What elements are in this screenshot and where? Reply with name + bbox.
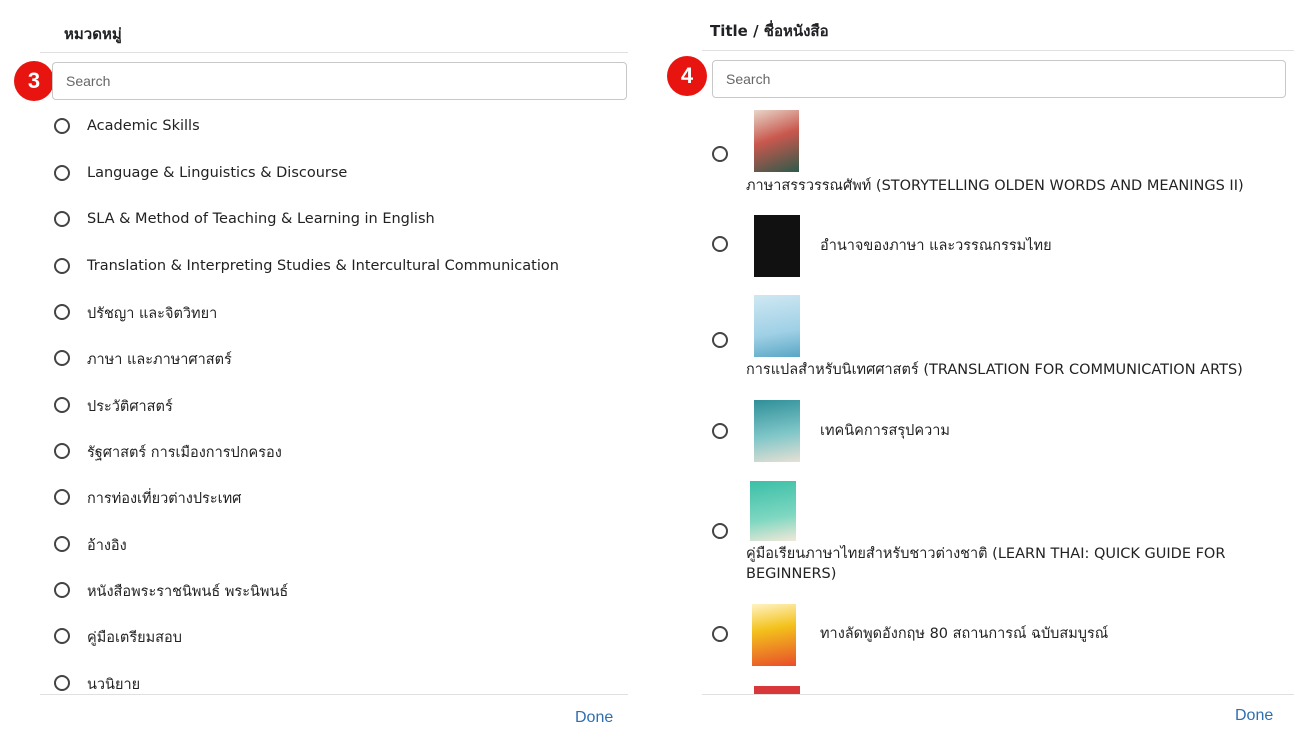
footer-divider <box>702 694 1294 695</box>
category-label: ประวัติศาสตร์ <box>87 399 173 415</box>
footer-divider <box>40 694 628 695</box>
category-radio[interactable] <box>54 397 70 413</box>
book-cover-image <box>750 481 796 541</box>
book-title: การแปลสำหรับนิเทศศาสตร์ (TRANSLATION FOR… <box>746 362 1243 378</box>
category-radio[interactable] <box>54 350 70 366</box>
category-label: อ้างอิง <box>87 538 127 554</box>
book-radio[interactable] <box>712 332 728 348</box>
book-cover-image <box>754 400 800 462</box>
category-label: หนังสือพระราชนิพนธ์ พระนิพนธ์ <box>87 584 289 600</box>
category-label: Academic Skills <box>87 118 200 134</box>
category-radio[interactable] <box>54 258 70 274</box>
book-title: อำนาจของภาษา และวรรณกรรมไทย <box>820 238 1052 254</box>
category-label: รัฐศาสตร์ การเมืองการปกครอง <box>87 445 282 461</box>
book-radio[interactable] <box>712 626 728 642</box>
category-radio[interactable] <box>54 443 70 459</box>
category-label: นวนิยาย <box>87 677 141 693</box>
category-radio[interactable] <box>54 536 70 552</box>
book-radio[interactable] <box>712 423 728 439</box>
title-done-button[interactable]: Done <box>1235 707 1273 725</box>
book-radio[interactable] <box>712 523 728 539</box>
book-cover-image <box>754 295 800 357</box>
category-radio[interactable] <box>54 118 70 134</box>
step-badge-4: 4 <box>667 56 707 96</box>
book-cover-image <box>754 686 800 694</box>
category-done-button[interactable]: Done <box>575 709 613 727</box>
category-radio[interactable] <box>54 304 70 320</box>
book-cover-image <box>754 110 799 172</box>
category-label: คู่มือเตรียมสอบ <box>87 630 182 646</box>
category-label: Translation & Interpreting Studies & Int… <box>87 258 559 274</box>
category-radio[interactable] <box>54 628 70 644</box>
category-label: ปรัชญา และจิตวิทยา <box>87 306 218 322</box>
category-radio[interactable] <box>54 489 70 505</box>
title-panel-title: Title / ชื่อหนังสือ <box>710 22 829 40</box>
category-radio[interactable] <box>54 165 70 181</box>
book-title: ทางลัดพูดอังกฤษ 80 สถานการณ์ ฉบับสมบูรณ์ <box>820 626 1109 642</box>
title-search-input[interactable] <box>712 60 1286 98</box>
book-title: เทคนิคการสรุปความ <box>820 423 950 439</box>
header-divider <box>702 50 1294 51</box>
category-search-input[interactable] <box>52 62 627 100</box>
category-label: Language & Linguistics & Discourse <box>87 165 348 181</box>
book-radio[interactable] <box>712 236 728 252</box>
category-radio[interactable] <box>54 211 70 227</box>
book-title: คู่มือเรียนภาษาไทยสำหรับชาวต่างชาติ (LEA… <box>746 546 1226 582</box>
category-radio[interactable] <box>54 582 70 598</box>
category-label: ภาษา และภาษาศาสตร์ <box>87 352 232 368</box>
book-radio[interactable] <box>712 146 728 162</box>
category-panel: หมวดหมู่ 3 Academic Skills Language & Li… <box>0 0 640 729</box>
category-radio[interactable] <box>54 675 70 691</box>
category-panel-title: หมวดหมู่ <box>64 25 122 43</box>
book-cover-image <box>754 215 800 277</box>
category-label: SLA & Method of Teaching & Learning in E… <box>87 211 435 227</box>
book-cover-image <box>752 604 796 666</box>
book-title: ภาษาสรรวรรณศัพท์ (STORYTELLING OLDEN WOR… <box>746 178 1244 194</box>
step-badge-3: 3 <box>14 61 54 101</box>
header-divider <box>40 52 628 53</box>
title-panel: Title / ชื่อหนังสือ 4 ภาษาสรรวรรณศัพท์ (… <box>662 0 1303 729</box>
category-label: การท่องเที่ยวต่างประเทศ <box>87 491 242 507</box>
